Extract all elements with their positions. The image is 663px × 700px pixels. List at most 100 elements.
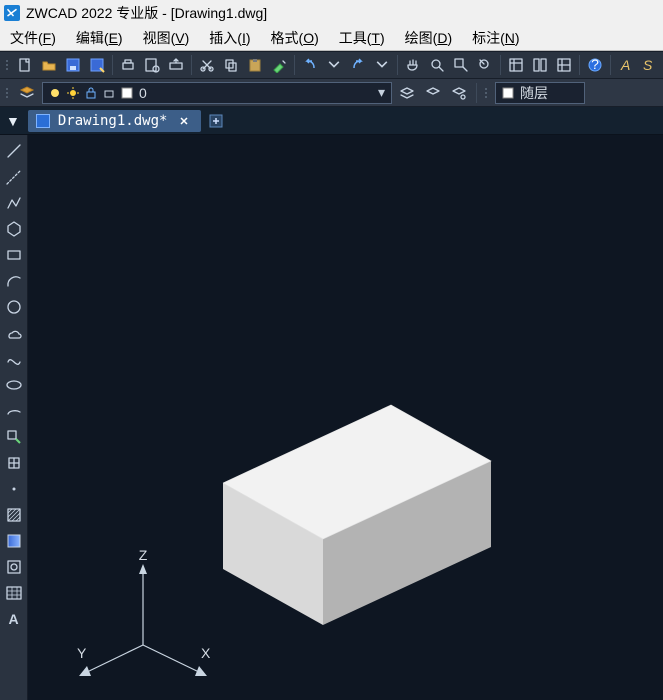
menu-draw[interactable]: 绘图(D) (395, 25, 462, 50)
ucs-indicator: Z X Y (73, 550, 223, 690)
zoom-window-button[interactable] (450, 54, 472, 76)
ellipse-tool[interactable] (2, 373, 26, 397)
separator (294, 55, 295, 75)
layer-combo[interactable]: 0 ▾ (42, 82, 392, 104)
save-button[interactable] (62, 54, 84, 76)
ellipse-arc-tool[interactable] (2, 399, 26, 423)
color-combo[interactable]: 随层 (495, 82, 585, 104)
spline-tool[interactable] (2, 347, 26, 371)
zoom-previous-button[interactable] (474, 54, 496, 76)
bulb-icon (49, 87, 61, 99)
dwg-icon (36, 114, 50, 128)
menu-file[interactable]: 文件(F) (0, 25, 66, 50)
separator (500, 55, 501, 75)
plot-icon (103, 87, 115, 99)
window-title: ZWCAD 2022 专业版 - [Drawing1.dwg] (26, 3, 267, 23)
region-tool[interactable] (2, 555, 26, 579)
arc-tool[interactable] (2, 269, 26, 293)
tab-expand-icon[interactable]: ▼ (2, 113, 24, 129)
menu-tools[interactable]: 工具(T) (329, 25, 395, 50)
dropdown-icon: ▾ (378, 84, 385, 101)
menu-view[interactable]: 视图(V) (133, 25, 200, 50)
document-tab[interactable]: Drawing1.dwg* (28, 110, 202, 132)
polygon-tool[interactable] (2, 217, 26, 241)
menu-insert[interactable]: 插入(I) (199, 25, 260, 50)
separator (112, 55, 113, 75)
help-button[interactable]: ? (584, 54, 606, 76)
model-canvas[interactable]: Z X Y (28, 135, 663, 700)
work-area: A Z (0, 135, 663, 700)
undo-button[interactable] (299, 54, 321, 76)
color-swatch-icon (502, 87, 514, 99)
svg-text:A: A (620, 57, 630, 73)
copy-button[interactable] (220, 54, 242, 76)
menu-edit[interactable]: 编辑(E) (66, 25, 133, 50)
current-layer-name: 0 (139, 85, 147, 101)
redo-button[interactable] (347, 54, 369, 76)
layer-previous-button[interactable] (396, 82, 418, 104)
draw-toolbar: A (0, 135, 28, 700)
separator (476, 83, 477, 103)
gradient-tool[interactable] (2, 529, 26, 553)
tool-palettes-button[interactable] (553, 54, 575, 76)
app-icon (4, 5, 20, 21)
separator (579, 55, 580, 75)
rectangle-tool[interactable] (2, 243, 26, 267)
print-preview-button[interactable] (141, 54, 163, 76)
make-block-tool[interactable] (2, 451, 26, 475)
axis-x-label: X (201, 645, 211, 661)
layer-state-button[interactable] (422, 82, 444, 104)
lock-icon (85, 87, 97, 99)
revision-cloud-tool[interactable] (2, 321, 26, 345)
color-swatch-icon (121, 87, 133, 99)
standard-toolbar: ? A S (0, 51, 663, 79)
close-tab-button[interactable] (175, 112, 193, 130)
line-tool[interactable] (2, 139, 26, 163)
zoom-realtime-button[interactable] (426, 54, 448, 76)
toolbar-tail-text: S (639, 57, 656, 73)
text-style-button[interactable]: A (615, 54, 637, 76)
design-center-button[interactable] (529, 54, 551, 76)
circle-tool[interactable] (2, 295, 26, 319)
properties-button[interactable] (505, 54, 527, 76)
open-button[interactable] (38, 54, 60, 76)
insert-block-tool[interactable] (2, 425, 26, 449)
table-tool[interactable] (2, 581, 26, 605)
toolbar-grip[interactable] (4, 82, 10, 104)
construction-line-tool[interactable] (2, 165, 26, 189)
layer-iso-button[interactable] (448, 82, 470, 104)
save-as-button[interactable] (86, 54, 108, 76)
layer-manager-button[interactable] (16, 82, 38, 104)
color-bylayer-label: 随层 (520, 83, 548, 103)
app-root: ZWCAD 2022 专业版 - [Drawing1.dwg] 文件(F) 编辑… (0, 0, 663, 700)
menu-format[interactable]: 格式(O) (261, 25, 329, 50)
new-button[interactable] (14, 54, 36, 76)
drawing-object-box (183, 375, 523, 655)
pan-button[interactable] (402, 54, 424, 76)
paste-button[interactable] (244, 54, 266, 76)
separator (610, 55, 611, 75)
hatch-tool[interactable] (2, 503, 26, 527)
menu-dimension[interactable]: 标注(N) (462, 25, 529, 50)
sun-icon (67, 87, 79, 99)
redo-dropdown[interactable] (371, 54, 393, 76)
toolbar-grip[interactable] (4, 54, 10, 76)
title-bar: ZWCAD 2022 专业版 - [Drawing1.dwg] (0, 0, 663, 25)
svg-text:?: ? (591, 57, 599, 72)
mtext-tool[interactable]: A (2, 607, 26, 631)
point-tool[interactable] (2, 477, 26, 501)
separator (191, 55, 192, 75)
toolbar-grip[interactable] (483, 82, 489, 104)
layer-toolbar: 0 ▾ 随层 (0, 79, 663, 107)
polyline-tool[interactable] (2, 191, 26, 215)
publish-button[interactable] (165, 54, 187, 76)
document-tab-bar: ▼ Drawing1.dwg* (0, 107, 663, 135)
new-tab-button[interactable] (205, 110, 227, 132)
undo-dropdown[interactable] (323, 54, 345, 76)
menu-bar: 文件(F) 编辑(E) 视图(V) 插入(I) 格式(O) 工具(T) 绘图(D… (0, 25, 663, 51)
match-prop-button[interactable] (268, 54, 290, 76)
separator (397, 55, 398, 75)
print-button[interactable] (117, 54, 139, 76)
axis-z-label: Z (139, 550, 148, 563)
cut-button[interactable] (196, 54, 218, 76)
